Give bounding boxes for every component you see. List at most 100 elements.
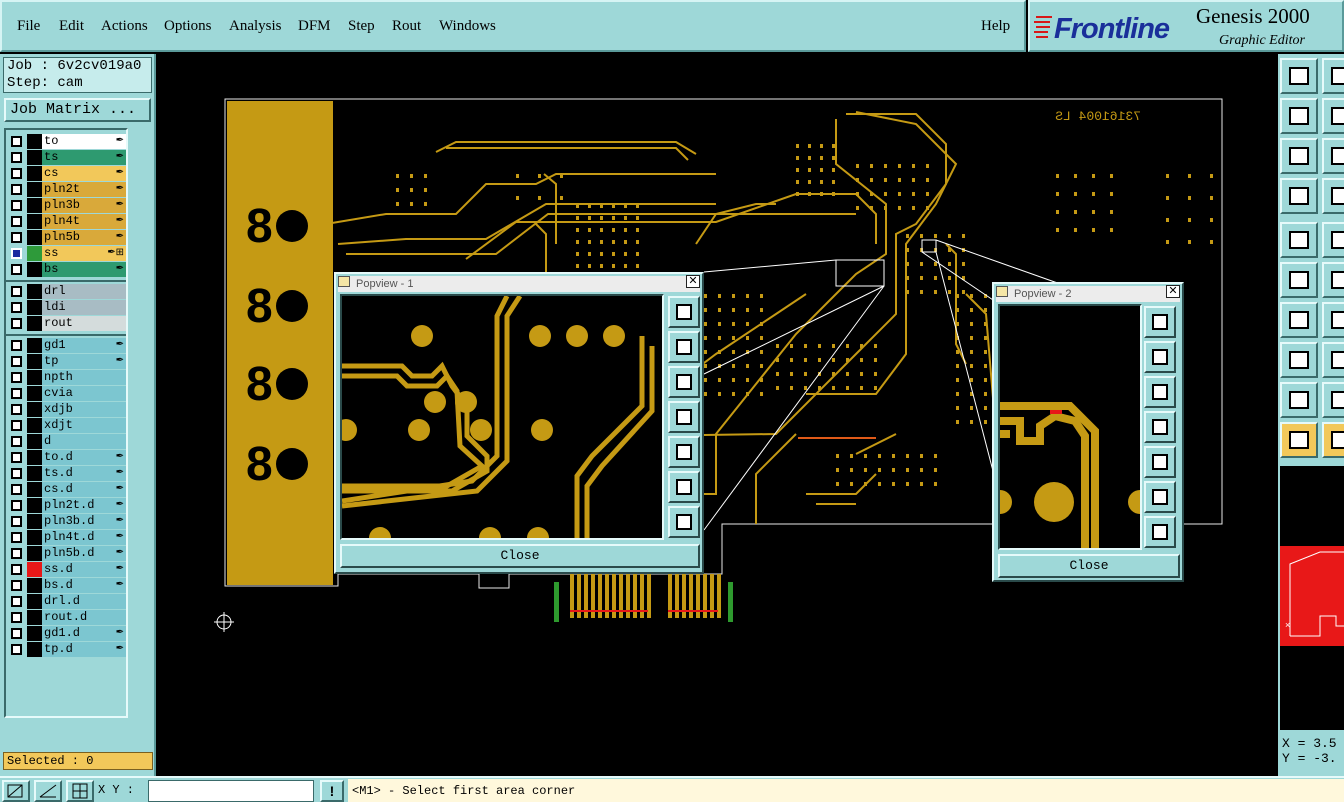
layer-checkbox[interactable] [11, 184, 22, 195]
toolbar-button-11[interactable] [1280, 262, 1318, 298]
layer-name[interactable]: bs ✒ [42, 262, 126, 277]
pan-left-button[interactable] [1144, 411, 1176, 443]
layer-display-swatch[interactable] [27, 642, 42, 657]
menu-file[interactable]: File [17, 18, 40, 35]
layer-display-swatch[interactable] [27, 316, 42, 331]
window-menu-icon[interactable] [338, 276, 350, 287]
layer-checkbox[interactable] [11, 564, 22, 575]
layer-display-swatch[interactable] [27, 626, 42, 641]
layer-row[interactable]: ldi [8, 300, 126, 315]
toolbar-button-13[interactable] [1280, 302, 1318, 338]
layer-name[interactable]: xdjb [42, 402, 126, 417]
layer-checkbox[interactable] [11, 302, 22, 313]
layer-name[interactable]: pln2t.d ✒ [42, 498, 126, 513]
pan-down-button[interactable] [1144, 376, 1176, 408]
layer-name[interactable]: ts ✒ [42, 150, 126, 165]
layer-name[interactable]: to ✒ [42, 134, 126, 149]
layer-name[interactable]: npth [42, 370, 126, 385]
layer-row[interactable]: ts.d ✒ [8, 466, 126, 481]
layer-display-swatch[interactable] [27, 610, 42, 625]
layer-display-swatch[interactable] [27, 434, 42, 449]
layer-row[interactable]: d [8, 434, 126, 449]
layer-display-swatch[interactable] [27, 450, 42, 465]
layer-display-swatch[interactable] [27, 418, 42, 433]
layer-display-swatch[interactable] [27, 482, 42, 497]
layer-name[interactable]: d [42, 434, 126, 449]
menu-step[interactable]: Step [348, 18, 375, 35]
pan-right-button[interactable] [1144, 446, 1176, 478]
layer-display-swatch[interactable] [27, 370, 42, 385]
layer-display-swatch[interactable] [27, 578, 42, 593]
pan-left-button[interactable] [668, 401, 700, 433]
zoom-in-button[interactable] [1144, 306, 1176, 338]
layer-name[interactable]: ts.d ✒ [42, 466, 126, 481]
pan-right-button[interactable] [668, 436, 700, 468]
layer-row[interactable]: xdjt [8, 418, 126, 433]
layer-row[interactable]: tp.d ✒ [8, 642, 126, 657]
layer-checkbox[interactable] [11, 248, 22, 259]
layer-display-swatch[interactable] [27, 134, 42, 149]
layer-name[interactable]: pln5b.d ✒ [42, 546, 126, 561]
layer-checkbox[interactable] [11, 436, 22, 447]
toolbar-button-18[interactable] [1322, 382, 1344, 418]
layer-display-swatch[interactable] [27, 262, 42, 277]
layer-display-swatch[interactable] [27, 300, 42, 315]
layer-display-swatch[interactable] [27, 386, 42, 401]
layer-display-swatch[interactable] [27, 182, 42, 197]
pan-up-button[interactable] [1144, 341, 1176, 373]
layer-row[interactable]: drl [8, 284, 126, 299]
layer-display-swatch[interactable] [27, 338, 42, 353]
layer-checkbox[interactable] [11, 404, 22, 415]
layer-row[interactable]: drl.d [8, 594, 126, 609]
snap-grid-button[interactable] [66, 780, 94, 802]
layer-checkbox[interactable] [11, 340, 22, 351]
toolbar-button-10[interactable] [1322, 222, 1344, 258]
layer-name[interactable]: drl [42, 284, 126, 299]
measure-button[interactable] [34, 780, 62, 802]
layer-display-swatch[interactable] [27, 546, 42, 561]
layer-display-swatch[interactable] [27, 166, 42, 181]
layer-row[interactable]: gd1 ✒ [8, 338, 126, 353]
layer-checkbox[interactable] [11, 516, 22, 527]
layer-checkbox[interactable] [11, 500, 22, 511]
menu-rout[interactable]: Rout [392, 18, 421, 35]
layer-row[interactable]: bs ✒ [8, 262, 126, 277]
layer-row[interactable]: pln5b.d ✒ [8, 546, 126, 561]
popview-1-close-button[interactable]: Close [340, 544, 700, 568]
layer-row[interactable]: rout.d [8, 610, 126, 625]
layer-name[interactable]: cs.d ✒ [42, 482, 126, 497]
toolbar-button-17[interactable] [1280, 382, 1318, 418]
toolbar-button-14[interactable] [1322, 302, 1344, 338]
layer-row[interactable]: to.d ✒ [8, 450, 126, 465]
layer-row[interactable]: pln3b.d ✒ [8, 514, 126, 529]
layer-display-swatch[interactable] [27, 594, 42, 609]
layer-name[interactable]: xdjt [42, 418, 126, 433]
layer-row[interactable]: bs.d ✒ [8, 578, 126, 593]
menu-edit[interactable]: Edit [59, 18, 84, 35]
layer-checkbox[interactable] [11, 612, 22, 623]
layer-name[interactable]: pln2t ✒ [42, 182, 126, 197]
layer-checkbox[interactable] [11, 420, 22, 431]
layer-checkbox[interactable] [11, 548, 22, 559]
layer-checkbox[interactable] [11, 216, 22, 227]
popview-2-image[interactable] [998, 304, 1142, 550]
layer-name[interactable]: ldi [42, 300, 126, 315]
layer-row[interactable]: pln5b ✒ [8, 230, 126, 245]
layer-checkbox[interactable] [11, 468, 22, 479]
layer-checkbox[interactable] [11, 388, 22, 399]
popview-2-close-x[interactable]: ✕ [1166, 285, 1180, 298]
layer-display-swatch[interactable] [27, 284, 42, 299]
layer-row[interactable]: rout [8, 316, 126, 331]
toolbar-button-15[interactable] [1280, 342, 1318, 378]
layer-row[interactable]: ss ✒⊞ [8, 246, 126, 261]
layer-name[interactable]: gd1 ✒ [42, 338, 126, 353]
layer-display-swatch[interactable] [27, 198, 42, 213]
layer-row[interactable]: pln4t ✒ [8, 214, 126, 229]
layer-display-swatch[interactable] [27, 402, 42, 417]
zoom-in-button[interactable] [668, 296, 700, 328]
pan-up-button[interactable] [668, 331, 700, 363]
layer-name[interactable]: rout [42, 316, 126, 331]
layer-name[interactable]: pln4t ✒ [42, 214, 126, 229]
layer-row[interactable]: to ✒ [8, 134, 126, 149]
layer-checkbox[interactable] [11, 356, 22, 367]
